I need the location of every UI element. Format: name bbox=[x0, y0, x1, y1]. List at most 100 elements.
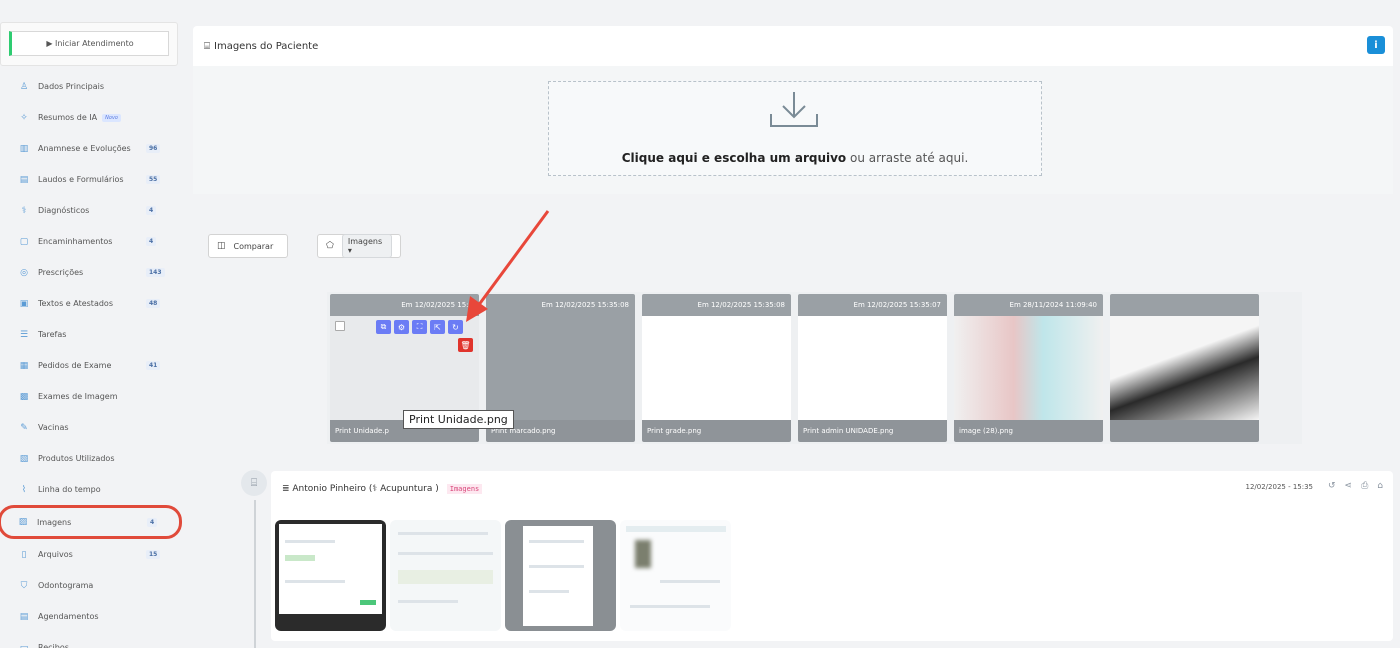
entry-thumbnail[interactable] bbox=[275, 520, 386, 631]
panel-header: ⌸ Imagens do Paciente bbox=[193, 26, 1393, 66]
file-text-icon: ▣ bbox=[19, 298, 29, 309]
sidebar-item-prescri-es[interactable]: ◎ Prescrições 143 bbox=[0, 257, 180, 288]
rotate-icon[interactable]: ↻ bbox=[448, 320, 463, 334]
sidebar-item-label: Agendamentos bbox=[38, 612, 99, 621]
exam-icon: ▦ bbox=[19, 360, 29, 371]
image-card[interactable] bbox=[1110, 294, 1259, 442]
tag-icon: ⬠ bbox=[326, 241, 334, 251]
start-appointment-button[interactable]: ▶ Iniciar Atendimento bbox=[9, 31, 169, 56]
trash-icon[interactable]: 🗑 bbox=[458, 338, 473, 352]
sidebar-item-imagens[interactable]: ▨ Imagens 4 bbox=[0, 505, 182, 539]
card-date bbox=[1110, 294, 1259, 316]
box-icon: ▧ bbox=[19, 453, 29, 464]
print-icon[interactable]: ⎙ bbox=[1361, 481, 1368, 491]
sidebar-item-label: Vacinas bbox=[38, 423, 69, 432]
card-preview[interactable] bbox=[954, 316, 1103, 420]
image-card[interactable]: Em 12/02/2025 15:35:08 Print grade.png bbox=[642, 294, 791, 442]
sidebar-item-encaminhamentos[interactable]: ▢ Encaminhamentos 4 bbox=[0, 226, 180, 257]
list-icon: ☰ bbox=[19, 329, 29, 340]
sidebar-item-produtos-utilizados[interactable]: ▧ Produtos Utilizados bbox=[0, 443, 180, 474]
sidebar-item-arquivos[interactable]: ▯ Arquivos 15 bbox=[0, 539, 180, 570]
image-icon: ▨ bbox=[18, 517, 28, 527]
image-card[interactable]: Em 28/11/2024 11:09:40 image (28).png bbox=[954, 294, 1103, 442]
card-filename bbox=[1110, 420, 1259, 442]
select-checkbox[interactable] bbox=[335, 321, 345, 331]
syringe-icon: ✎ bbox=[20, 422, 28, 433]
sidebar-item-label: Linha do tempo bbox=[38, 485, 101, 494]
sidebar-item-agendamentos[interactable]: ▤ Agendamentos bbox=[0, 601, 180, 632]
sidebar-item-textos-e-atestados[interactable]: ▣ Textos e Atestados 48 bbox=[0, 288, 180, 319]
count-badge: 15 bbox=[146, 550, 161, 559]
sidebar-item-label: Exames de Imagem bbox=[38, 392, 118, 401]
compare-button[interactable]: ◫ Comparar bbox=[208, 234, 288, 258]
entry-thumbnail[interactable] bbox=[620, 520, 731, 631]
sidebar-item-odontograma[interactable]: ⛉ Odontograma bbox=[0, 570, 180, 601]
count-badge: 4 bbox=[146, 237, 157, 246]
sidebar-item-recibos[interactable]: ▭ Recibos bbox=[0, 632, 180, 648]
open-external-icon[interactable]: ⇱ bbox=[430, 320, 445, 334]
entry-date: 12/02/2025 - 15:35 bbox=[1245, 483, 1314, 491]
dropzone-hint: ou arraste até aqui. bbox=[846, 151, 969, 165]
sidebar-item-exames-de-imagem[interactable]: ▩ Exames de Imagem bbox=[0, 381, 180, 412]
upload-area: Clique aqui e escolha um arquivo ou arra… bbox=[193, 66, 1393, 194]
tag-filter-button[interactable]: ⬠ Imagens ▾ bbox=[317, 234, 401, 258]
patient-images-panel: ⌸ Imagens do Paciente i Clique aqui e es… bbox=[193, 26, 1393, 194]
card-preview[interactable] bbox=[1110, 316, 1259, 420]
share-icon[interactable]: ⋖ bbox=[1345, 481, 1353, 491]
calendar-icon: ▤ bbox=[19, 611, 29, 622]
count-badge: 4 bbox=[147, 517, 158, 527]
card-preview[interactable] bbox=[798, 316, 947, 420]
sidebar-item-label: Arquivos bbox=[38, 550, 73, 559]
panel-title: Imagens do Paciente bbox=[214, 40, 319, 52]
sidebar-item-label: Diagnósticos bbox=[38, 206, 90, 215]
sidebar-item-label: Pedidos de Exame bbox=[38, 361, 112, 370]
sidebar-item-laudos-e-formul-rios[interactable]: ▤ Laudos e Formulários 55 bbox=[0, 164, 180, 195]
file-icon: ▯ bbox=[21, 549, 27, 560]
info-icon[interactable]: i bbox=[1367, 36, 1385, 54]
sidebar-item-dados-principais[interactable]: ♙ Dados Principais bbox=[0, 71, 180, 102]
sidebar-item-resumos-de-ia[interactable]: ✧ Resumos de IA Novo bbox=[0, 102, 180, 133]
sidebar-item-label: Recibos bbox=[38, 643, 69, 648]
settings-icon[interactable]: ⚙ bbox=[394, 320, 409, 334]
compare-label: Comparar bbox=[233, 241, 274, 251]
download-tray-icon bbox=[770, 92, 818, 127]
sidebar-item-pedidos-de-exame[interactable]: ▦ Pedidos de Exame 41 bbox=[0, 350, 180, 381]
card-filename: image (28).png bbox=[954, 420, 1103, 442]
document-icon: ▢ bbox=[19, 236, 29, 247]
card-preview[interactable] bbox=[642, 316, 791, 420]
sidebar-item-anamnese-e-evolu-es[interactable]: ▥ Anamnese e Evoluções 96 bbox=[0, 133, 180, 164]
sidebar-item-label: Produtos Utilizados bbox=[38, 454, 115, 463]
delete-icon[interactable]: ⌂ bbox=[1377, 481, 1383, 491]
expand-icon[interactable]: ⛶ bbox=[412, 320, 427, 334]
file-dropzone[interactable]: Clique aqui e escolha um arquivo ou arra… bbox=[548, 81, 1042, 176]
sidebar-item-diagn-sticos[interactable]: ⚕ Diagnósticos 4 bbox=[0, 195, 180, 226]
card-date: Em 28/11/2024 11:09:40 bbox=[954, 294, 1103, 316]
sidebar-item-label: Tarefas bbox=[38, 330, 67, 339]
sidebar-item-label: Odontograma bbox=[38, 581, 94, 590]
start-button-container: ▶ Iniciar Atendimento bbox=[0, 22, 178, 66]
sidebar-item-label: Encaminhamentos bbox=[38, 237, 113, 246]
sidebar-item-linha-do-tempo[interactable]: ⌇ Linha do tempo bbox=[0, 474, 180, 505]
sidebar-item-label: Anamnese e Evoluções bbox=[38, 144, 131, 153]
dropzone-link[interactable]: Clique aqui e escolha um arquivo bbox=[622, 151, 846, 165]
entry-thumbnail[interactable] bbox=[390, 520, 501, 631]
card-preview[interactable] bbox=[486, 316, 635, 420]
sidebar-item-vacinas[interactable]: ✎ Vacinas bbox=[0, 412, 180, 443]
entry-thumbnail[interactable] bbox=[505, 520, 616, 631]
dropzone-text: Clique aqui e escolha um arquivo ou arra… bbox=[549, 151, 1041, 165]
chart-icon: ▥ bbox=[19, 143, 29, 154]
sidebar-item-label: Laudos e Formulários bbox=[38, 175, 124, 184]
entry-header: ≣ Antonio Pinheiro (⚕ Acupuntura ) Image… bbox=[271, 471, 1393, 507]
image-card[interactable]: Em 12/02/2025 15:35:07 Print admin UNIDAD… bbox=[798, 294, 947, 442]
timeline-entry: ≣ Antonio Pinheiro (⚕ Acupuntura ) Image… bbox=[271, 471, 1393, 641]
history-icon[interactable]: ↺ bbox=[1328, 481, 1336, 491]
count-badge: 41 bbox=[146, 361, 161, 370]
sidebar-item-label: Imagens bbox=[37, 517, 72, 527]
stethoscope-icon: ⚕ bbox=[21, 205, 27, 216]
pills-icon: ◎ bbox=[20, 267, 28, 278]
timeline-icon: ⌇ bbox=[21, 484, 27, 495]
copy-icon[interactable]: ⧉ bbox=[376, 320, 391, 334]
count-badge: 55 bbox=[146, 175, 161, 184]
count-badge: 48 bbox=[146, 299, 161, 308]
sidebar-item-tarefas[interactable]: ☰ Tarefas bbox=[0, 319, 180, 350]
